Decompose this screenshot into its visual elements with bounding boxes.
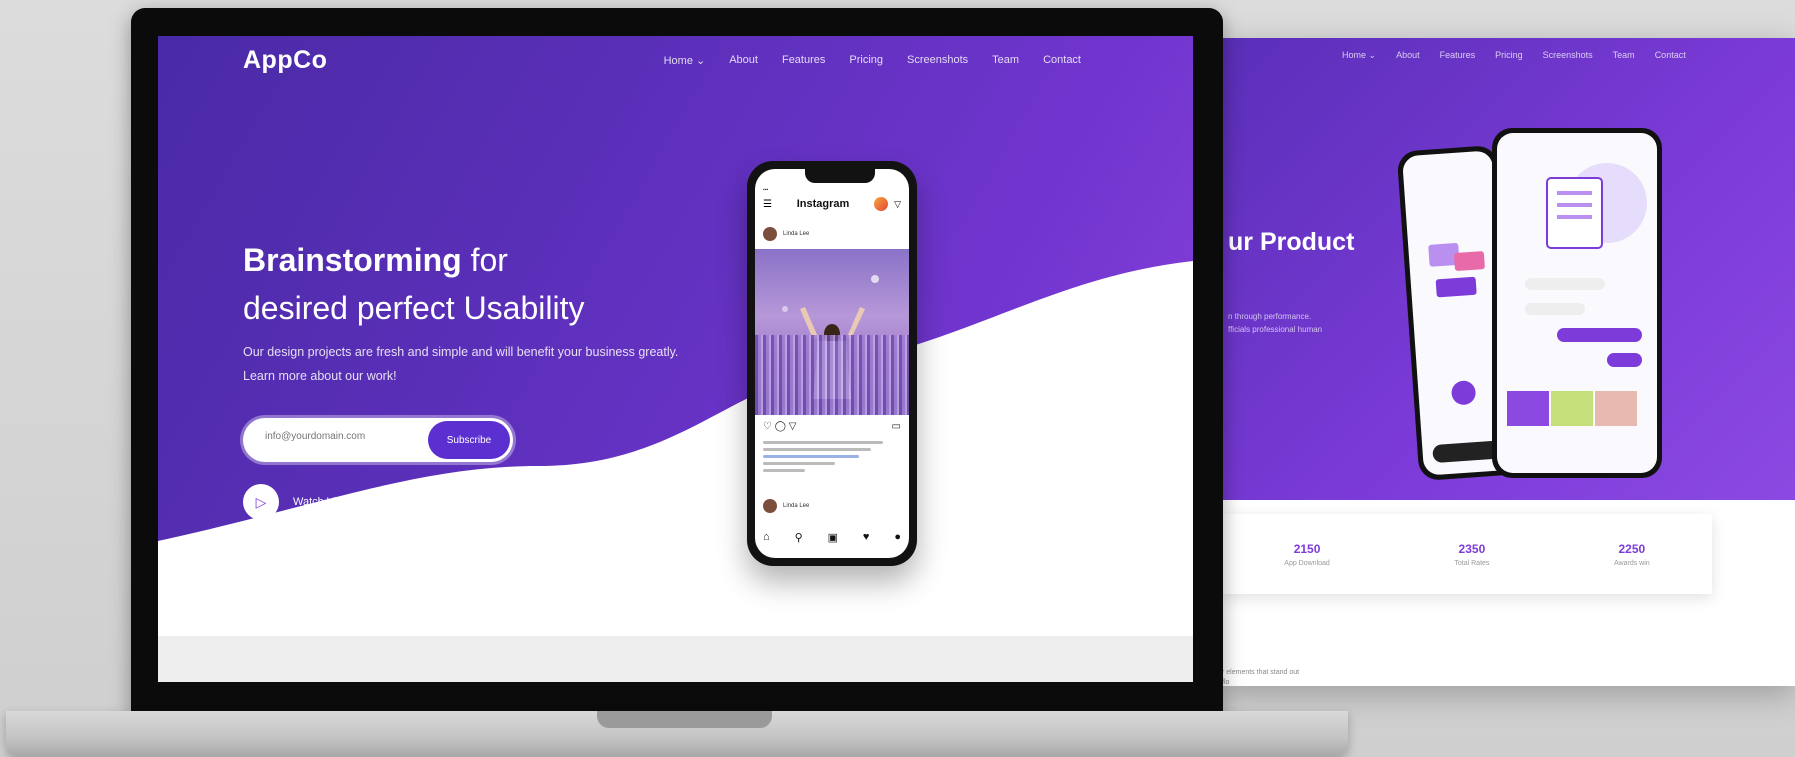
avatar	[763, 499, 777, 513]
phone-bottom-nav: ⌂ ⚲ ▣ ♥ ●	[763, 531, 901, 544]
caption-line	[763, 448, 871, 451]
stat-label: Total Rates	[1454, 559, 1490, 567]
phone-status-bar: ▪▪▪	[763, 187, 769, 193]
lavender-field	[755, 335, 909, 415]
site-logo[interactable]: AppCo	[243, 46, 327, 75]
headline-bold: Brainstorming	[243, 242, 462, 278]
filter-icon: ▽	[894, 198, 901, 209]
bookmark-icon[interactable]: ▭	[892, 421, 901, 432]
laptop-notch	[597, 711, 772, 728]
post-actions: ♡ ◯ ▽ ▭	[763, 421, 901, 432]
avatar	[763, 227, 777, 241]
comment-username: Linda Lee	[783, 503, 810, 509]
like-icon[interactable]: ♡ ◯ ▽	[763, 421, 796, 432]
secondary-phone-front	[1492, 128, 1662, 478]
secondary-nav-item[interactable]: Contact	[1655, 50, 1686, 61]
menu-icon: ☰	[763, 198, 772, 210]
home-icon[interactable]: ⌂	[763, 531, 770, 544]
main-nav: Home ⌄ About Features Pricing Screenshot…	[664, 54, 1081, 67]
stat-value: 2150	[1293, 541, 1321, 556]
nav-item-team[interactable]: Team	[992, 54, 1019, 67]
phone-header-icons: ▽	[874, 197, 901, 211]
watch-video-label[interactable]: Watch Video Overview	[293, 496, 404, 508]
phone-comment-user: Linda Lee	[763, 499, 809, 513]
hero-headline: Brainstorming for desired perfect Usabil…	[243, 236, 763, 332]
secondary-footer-text: r elements that stand out flo	[1222, 669, 1300, 686]
secondary-nav-item[interactable]: About	[1396, 50, 1420, 61]
caption-line	[763, 462, 835, 465]
phone-mockup: ▪▪▪ ☰ Instagram ▽ Linda Lee ♡ ◯ ▽ ▭ Lind…	[747, 161, 917, 566]
secondary-nav: Home ⌄ About Features Pricing Screenshot…	[1342, 50, 1686, 61]
phone-post-user: Linda Lee	[763, 227, 809, 241]
email-input[interactable]	[263, 430, 417, 443]
stat-label: App Download	[1284, 559, 1330, 567]
secondary-screen: Home ⌄ About Features Pricing Screenshot…	[1222, 38, 1795, 686]
phone-app-header: ☰ Instagram ▽	[763, 197, 901, 211]
post-username: Linda Lee	[783, 231, 810, 237]
caption-line	[763, 469, 805, 472]
nav-item-about[interactable]: About	[729, 54, 758, 67]
caption-link	[763, 455, 859, 458]
phone-screen	[1497, 133, 1657, 473]
story-icon	[874, 197, 889, 211]
nav-item-features[interactable]: Features	[782, 54, 825, 67]
hero-description: Our design projects are fresh and simple…	[243, 345, 679, 383]
phone-app-brand: Instagram	[796, 198, 850, 210]
nav-item-screenshots[interactable]: Screenshots	[907, 54, 968, 67]
phone-notch	[805, 169, 875, 183]
bottom-strip	[158, 636, 1193, 682]
heart-icon[interactable]: ♥	[863, 531, 870, 544]
secondary-nav-item[interactable]: Features	[1440, 50, 1476, 61]
subscribe-button[interactable]: Subscribe	[428, 421, 510, 459]
watch-video-link[interactable]: ▷ Watch Video Overview	[243, 484, 404, 520]
stat-item: 2150 App Download	[1284, 542, 1330, 567]
caption-line	[763, 441, 883, 444]
secondary-nav-item[interactable]: Pricing	[1495, 50, 1523, 61]
nav-item-pricing[interactable]: Pricing	[849, 54, 883, 67]
profile-icon[interactable]: ●	[894, 531, 901, 544]
stat-value: 2250	[1618, 541, 1646, 556]
search-icon[interactable]: ⚲	[795, 531, 803, 544]
chat-illustration-icon	[1507, 163, 1647, 426]
nav-item-contact[interactable]: Contact	[1043, 54, 1081, 67]
laptop-frame: AppCo Home ⌄ About Features Pricing Scre…	[131, 8, 1223, 720]
secondary-nav-item[interactable]: Team	[1613, 50, 1635, 61]
subscribe-form: Subscribe	[243, 418, 513, 462]
stat-label: Awards win	[1614, 559, 1650, 567]
headline-rest: for	[461, 242, 508, 278]
headline-line2: desired perfect Usability	[243, 290, 585, 326]
post-caption	[763, 441, 883, 476]
add-icon[interactable]: ▣	[828, 531, 838, 544]
play-icon[interactable]: ▷	[243, 484, 279, 520]
stats-bar: 2150 App Download 2350 Total Rates 2250 …	[1222, 514, 1712, 594]
stat-item: 2250 Awards win	[1614, 542, 1650, 567]
post-photo	[755, 249, 909, 415]
phone-screen: ▪▪▪ ☰ Instagram ▽ Linda Lee ♡ ◯ ▽ ▭ Lind…	[755, 169, 909, 558]
secondary-nav-item[interactable]: Home ⌄	[1342, 50, 1376, 61]
secondary-title: ur Product	[1228, 228, 1355, 256]
stat-value: 2350	[1458, 541, 1486, 556]
stat-item: 2350 Total Rates	[1454, 542, 1489, 567]
laptop-screen: AppCo Home ⌄ About Features Pricing Scre…	[158, 36, 1193, 682]
secondary-subtitle: n through performance. fficials professi…	[1228, 312, 1323, 334]
secondary-nav-item[interactable]: Screenshots	[1543, 50, 1593, 61]
nav-item-home[interactable]: Home ⌄	[664, 54, 706, 67]
